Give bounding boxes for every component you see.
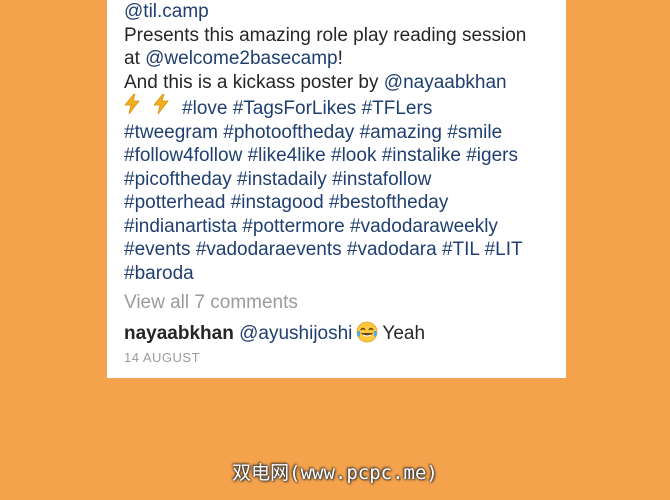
caption-hashtag-line: #follow4follow #like4like #look #instali… [124,144,554,168]
hashtag-link[interactable]: #instagood [231,192,324,213]
hashtag-link[interactable]: #love [182,98,227,119]
hashtag-link[interactable]: #vadodara [347,239,437,260]
hashtag-link[interactable]: #instafollow [332,169,431,190]
caption-at-text: at [124,48,146,69]
mention-welcome2basecamp[interactable]: @welcome2basecamp [145,48,338,69]
comment-username[interactable]: nayaabkhan [124,323,234,344]
hashtag-link[interactable]: #pottermore [242,216,344,237]
hashtag-link[interactable]: #vadodaraevents [196,239,342,260]
caption-line-5: #love #TagsForLikes #TFLers [124,93,554,121]
post-caption: @til.camp Presents this amazing role pla… [124,0,554,285]
caption-hashtag-line: #events #vadodaraevents #vadodara #TIL #… [124,238,554,262]
caption-hashtag-line: #picoftheday #instadaily #instafollow [124,168,554,192]
hashtag-link[interactable]: #bestoftheday [329,192,448,213]
post-card: @til.camp Presents this amazing role pla… [107,0,566,378]
hashtag-link[interactable]: #photooftheday [223,122,354,143]
tears-of-joy-icon [356,321,378,343]
caption-hashtag-line: #tweegram #photooftheday #amazing #smile [124,121,554,145]
caption-poster-text: And this is a kickass poster by [124,71,384,93]
comment-mention[interactable]: @ayushijoshi [239,323,352,344]
hashtag-link[interactable]: #TagsForLikes [233,98,357,119]
hashtag-link[interactable]: #TFLers [362,98,433,119]
hashtag-link[interactable]: #indianartista [124,216,237,237]
hashtag-link[interactable]: #picoftheday [124,169,232,190]
hashtag-link[interactable]: #events [124,239,191,260]
caption-hashtag-line: #potterhead #instagood #bestoftheday [124,191,554,215]
hashtag-link[interactable]: #igers [466,145,518,166]
hashtag-link[interactable]: #smile [447,122,502,143]
hashtag-link[interactable]: #amazing [360,122,442,143]
hashtag-link[interactable]: #vadodaraweekly [350,216,498,237]
hashtag-link[interactable]: #baroda [124,263,194,284]
watermark-text: 双电网(www.pcpc.me) [232,462,438,484]
hashtag-link[interactable]: #like4like [248,145,326,166]
hashtag-link[interactable]: #potterhead [124,192,225,213]
caption-exclaim-text: ! [337,48,343,69]
caption-hashtag-line: #baroda [124,262,554,286]
caption-line-4: And this is a kickass poster by @nayaabk… [124,71,554,95]
hashtag-link[interactable]: #follow4follow [124,145,242,166]
post-date: 14 AUGUST [124,350,201,365]
hashtag-link[interactable]: #instadaily [237,169,327,190]
hashtag-link[interactable]: #TIL [442,239,479,260]
high-voltage-icon [153,93,174,118]
hashtag-lines: #tweegram #photooftheday #amazing #smile… [124,121,554,286]
comment-row: nayaabkhan @ayushijoshi Yeah [124,321,554,346]
caption-line-1: @til.camp [124,0,554,24]
hashtag-link[interactable]: #tweegram [124,122,218,143]
caption-presents-text: Presents this amazing role play reading … [124,24,527,46]
caption-line-2: Presents this amazing role play reading … [124,24,554,48]
mention-til-camp[interactable]: @til.camp [124,1,209,22]
hashtag-link[interactable]: #LIT [485,239,523,260]
caption-hashtag-line: #indianartista #pottermore #vadodaraweek… [124,215,554,239]
hashtag-link[interactable]: #instalike [382,145,461,166]
comment-text: Yeah [382,323,426,344]
caption-line-3: at @welcome2basecamp! [124,47,554,71]
high-voltage-icon [124,93,145,118]
hashtag-link[interactable]: #look [331,145,376,166]
mention-nayaabkhan[interactable]: @nayaabkhan [384,72,507,93]
view-all-comments-link[interactable]: View all 7 comments [124,291,554,315]
